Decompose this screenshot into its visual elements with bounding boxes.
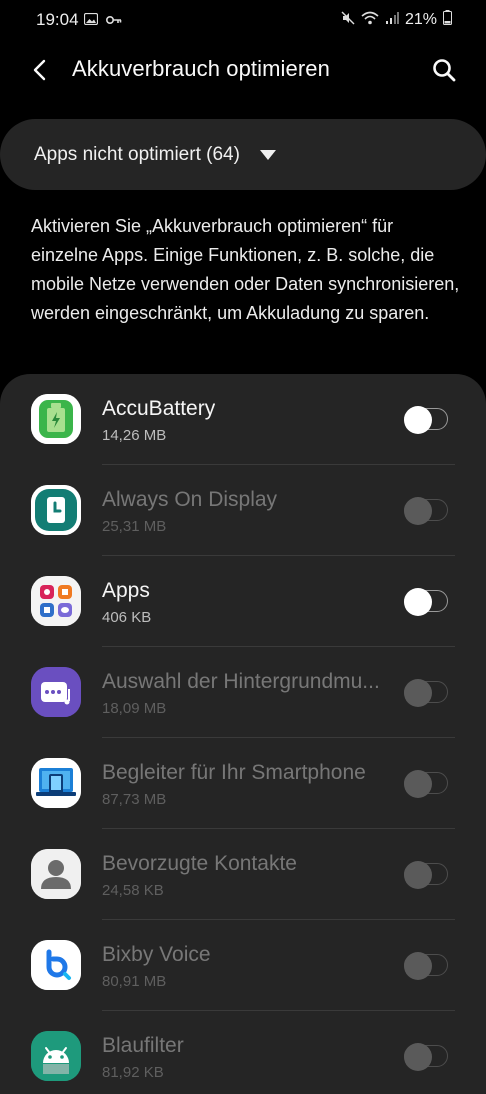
background-music-icon: [31, 667, 81, 717]
app-row-always-on-display: Always On Display 25,31 MB: [0, 465, 486, 556]
toggle-knob: [404, 1043, 432, 1071]
android-icon: [31, 1031, 81, 1081]
mute-icon: [341, 11, 355, 30]
toggle-knob: [404, 952, 432, 980]
app-name: Begleiter für Ihr Smartphone: [102, 761, 366, 784]
contact-person-icon: [31, 849, 81, 899]
app-row-accubattery[interactable]: AccuBattery 14,26 MB: [0, 374, 486, 465]
app-name: Apps: [102, 579, 150, 602]
app-row-preferred-contacts: Bevorzugte Kontakte 24,58 KB: [0, 829, 486, 920]
toggle-knob: [404, 679, 432, 707]
battery-icon: [443, 10, 452, 30]
optimize-toggle: [404, 952, 448, 980]
optimize-toggle: [404, 770, 448, 798]
search-icon: [433, 59, 456, 82]
wifi-icon: [361, 11, 379, 30]
app-filter-dropdown[interactable]: Apps nicht optimiert (64): [0, 119, 486, 190]
dropdown-caret-icon: [260, 150, 276, 160]
filter-label: Apps nicht optimiert (64): [34, 144, 240, 165]
app-size: 18,09 MB: [102, 700, 167, 717]
optimize-toggle: [404, 679, 448, 707]
app-row-blaufilter: Blaufilter 81,92 KB: [0, 1011, 486, 1094]
app-name: Blaufilter: [102, 1034, 184, 1057]
app-size: 24,58 KB: [102, 882, 164, 899]
accubattery-icon: [31, 394, 81, 444]
status-time: 19:04: [36, 10, 79, 29]
gallery-icon: [83, 12, 99, 30]
always-on-display-icon: [31, 485, 81, 535]
signal-icon: [385, 11, 399, 30]
app-size: 406 KB: [102, 609, 152, 626]
bixby-icon: [31, 940, 81, 990]
app-list: AccuBattery 14,26 MB Always On Display 2…: [0, 374, 486, 1094]
app-size: 80,91 MB: [102, 973, 167, 990]
toggle-knob: [404, 588, 432, 616]
back-button[interactable]: [24, 54, 56, 86]
app-name: Bevorzugte Kontakte: [102, 852, 297, 875]
optimize-toggle: [404, 1043, 448, 1071]
app-name: Always On Display: [102, 488, 278, 511]
battery-percent: 21%: [404, 11, 437, 28]
key-icon: [105, 12, 122, 30]
optimize-toggle: [404, 497, 448, 525]
app-row-bixby-voice: Bixby Voice 80,91 MB: [0, 920, 486, 1011]
app-name: Auswahl der Hintergrundmu...: [102, 670, 380, 693]
phone-companion-icon: [31, 758, 81, 808]
app-row-phone-companion: Begleiter für Ihr Smartphone 87,73 MB: [0, 738, 486, 829]
toggle-knob: [404, 861, 432, 889]
optimize-toggle[interactable]: [404, 588, 448, 616]
status-bar: 19:04 21%: [0, 0, 486, 40]
search-button[interactable]: [428, 54, 460, 86]
app-row-apps[interactable]: Apps 406 KB: [0, 556, 486, 647]
app-size: 25,31 MB: [102, 518, 167, 535]
optimize-toggle[interactable]: [404, 406, 448, 434]
app-size: 81,92 KB: [102, 1064, 164, 1081]
app-size: 14,26 MB: [102, 427, 167, 444]
back-arrow-icon: [33, 59, 46, 81]
apps-folder-icon: [31, 576, 81, 626]
app-name: AccuBattery: [102, 397, 216, 420]
app-row-background-music: Auswahl der Hintergrundmu... 18,09 MB: [0, 647, 486, 738]
toggle-knob: [404, 406, 432, 434]
optimize-toggle: [404, 861, 448, 889]
app-name: Bixby Voice: [102, 943, 211, 966]
page-title: Akkuverbrauch optimieren: [72, 56, 330, 81]
app-size: 87,73 MB: [102, 791, 167, 808]
description-text: Aktivieren Sie „Akkuverbrauch optimieren…: [31, 216, 460, 323]
toggle-knob: [404, 497, 432, 525]
toggle-knob: [404, 770, 432, 798]
app-bar: Akkuverbrauch optimieren: [0, 40, 486, 100]
